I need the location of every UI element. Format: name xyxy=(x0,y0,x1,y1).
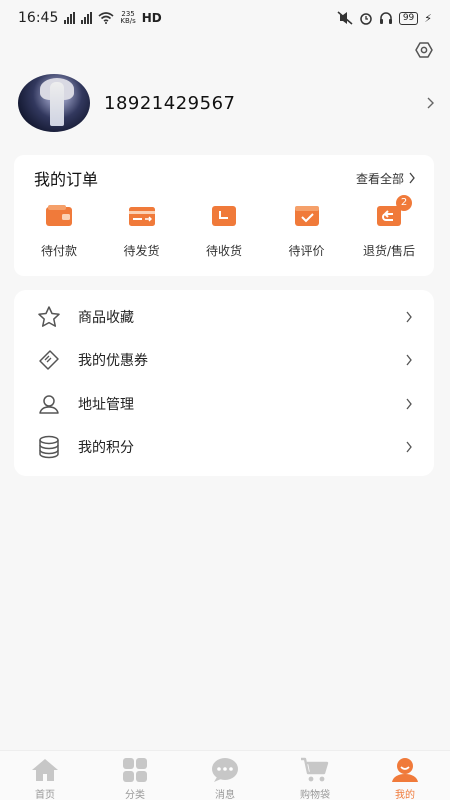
chevron-right-icon xyxy=(406,311,412,323)
service-menu-card: 商品收藏 我的优惠券 地址管理 我的积分 xyxy=(14,290,434,476)
menu-item-label: 我的积分 xyxy=(78,440,134,457)
battery-level: 99 xyxy=(398,11,419,25)
nav-label: 购物袋 xyxy=(300,790,330,800)
order-status-label: 待付款 xyxy=(40,244,77,258)
order-status-label: 待收货 xyxy=(205,244,242,258)
chevron-right-icon xyxy=(406,441,412,453)
box-clock-icon xyxy=(212,206,236,226)
status-time: 16:45 xyxy=(18,10,59,26)
signal-icon xyxy=(64,12,76,24)
grid-icon xyxy=(123,758,147,782)
net-speed-unit: KB/s xyxy=(120,17,136,25)
nav-home[interactable]: 首页 xyxy=(0,751,90,800)
nav-label: 消息 xyxy=(215,790,235,800)
menu-item-label: 商品收藏 xyxy=(78,309,134,326)
status-left: 16:45 235 KB/s HD xyxy=(18,10,162,26)
menu-item-address[interactable]: 地址管理 xyxy=(14,382,434,426)
nav-label: 分类 xyxy=(125,790,145,800)
status-bar: 16:45 235 KB/s HD 99 ⚡ xyxy=(0,0,450,36)
coins-icon xyxy=(39,436,59,459)
avatar[interactable] xyxy=(18,74,90,132)
order-pending-payment[interactable]: 待付款 xyxy=(22,201,96,259)
order-returns-aftersales[interactable]: 2 退货/售后 xyxy=(352,195,426,259)
wallet-icon xyxy=(46,205,72,226)
menu-item-favorites[interactable]: 商品收藏 xyxy=(14,295,434,339)
location-icon xyxy=(39,395,59,414)
nav-profile[interactable]: 我的 xyxy=(360,751,450,800)
headphones-icon xyxy=(379,12,392,24)
signal-icon xyxy=(81,12,93,24)
order-status-label: 待评价 xyxy=(288,244,325,258)
chevron-right-icon xyxy=(409,172,415,184)
user-phone: 18921429567 xyxy=(104,92,236,114)
menu-item-label: 我的优惠券 xyxy=(78,353,148,370)
order-pending-shipment[interactable]: 待发货 xyxy=(105,201,179,259)
profile-header[interactable]: 18921429567 xyxy=(18,74,436,132)
net-speed: 235 KB/s xyxy=(120,11,135,25)
my-orders-card: 我的订单 查看全部 待付款 待发货 待收货 待评价 2 退货/售后 xyxy=(14,155,434,276)
nav-category[interactable]: 分类 xyxy=(90,751,180,800)
profile-page: 16:45 235 KB/s HD 99 ⚡ 18921429567 我的订单 … xyxy=(0,0,450,800)
coupon-icon xyxy=(39,350,59,370)
returns-badge: 2 xyxy=(396,195,412,211)
status-right: 99 ⚡ xyxy=(337,11,432,25)
orders-status-row: 待付款 待发货 待收货 待评价 2 退货/售后 xyxy=(14,195,434,259)
hd-indicator: HD xyxy=(141,11,162,25)
nav-cart[interactable]: 购物袋 xyxy=(270,751,360,800)
orders-title: 我的订单 xyxy=(34,170,99,189)
chevron-right-icon[interactable] xyxy=(424,96,436,110)
message-icon xyxy=(212,758,238,782)
order-status-label: 退货/售后 xyxy=(362,244,416,258)
order-pending-review[interactable]: 待评价 xyxy=(270,201,344,259)
charging-icon: ⚡ xyxy=(424,11,432,25)
menu-item-coupons[interactable]: 我的优惠券 xyxy=(14,339,434,383)
view-all-label: 查看全部 xyxy=(355,171,404,186)
bottom-nav: 首页 分类 消息 购物袋 我的 xyxy=(0,750,450,800)
orders-header: 我的订单 查看全部 xyxy=(14,155,434,201)
nav-label: 我的 xyxy=(395,790,415,800)
menu-item-label: 地址管理 xyxy=(78,396,134,413)
nav-messages[interactable]: 消息 xyxy=(180,751,270,800)
chevron-right-icon xyxy=(406,354,412,366)
home-icon xyxy=(32,759,58,781)
wifi-icon xyxy=(98,12,114,24)
avatar-figure xyxy=(50,82,64,126)
view-all-orders-link[interactable]: 查看全部 xyxy=(356,170,416,187)
cart-icon xyxy=(301,757,329,782)
check-box-icon xyxy=(294,206,319,226)
profile-icon xyxy=(392,758,418,782)
nav-label: 首页 xyxy=(35,790,55,800)
card-icon xyxy=(128,207,155,226)
star-icon xyxy=(38,306,60,327)
settings-icon[interactable] xyxy=(414,40,434,60)
order-status-label: 待发货 xyxy=(123,244,160,258)
chevron-right-icon xyxy=(406,398,412,410)
alarm-icon xyxy=(360,13,372,25)
mute-icon xyxy=(337,11,353,25)
menu-item-points[interactable]: 我的积分 xyxy=(14,426,434,470)
order-pending-receipt[interactable]: 待收货 xyxy=(187,201,261,259)
